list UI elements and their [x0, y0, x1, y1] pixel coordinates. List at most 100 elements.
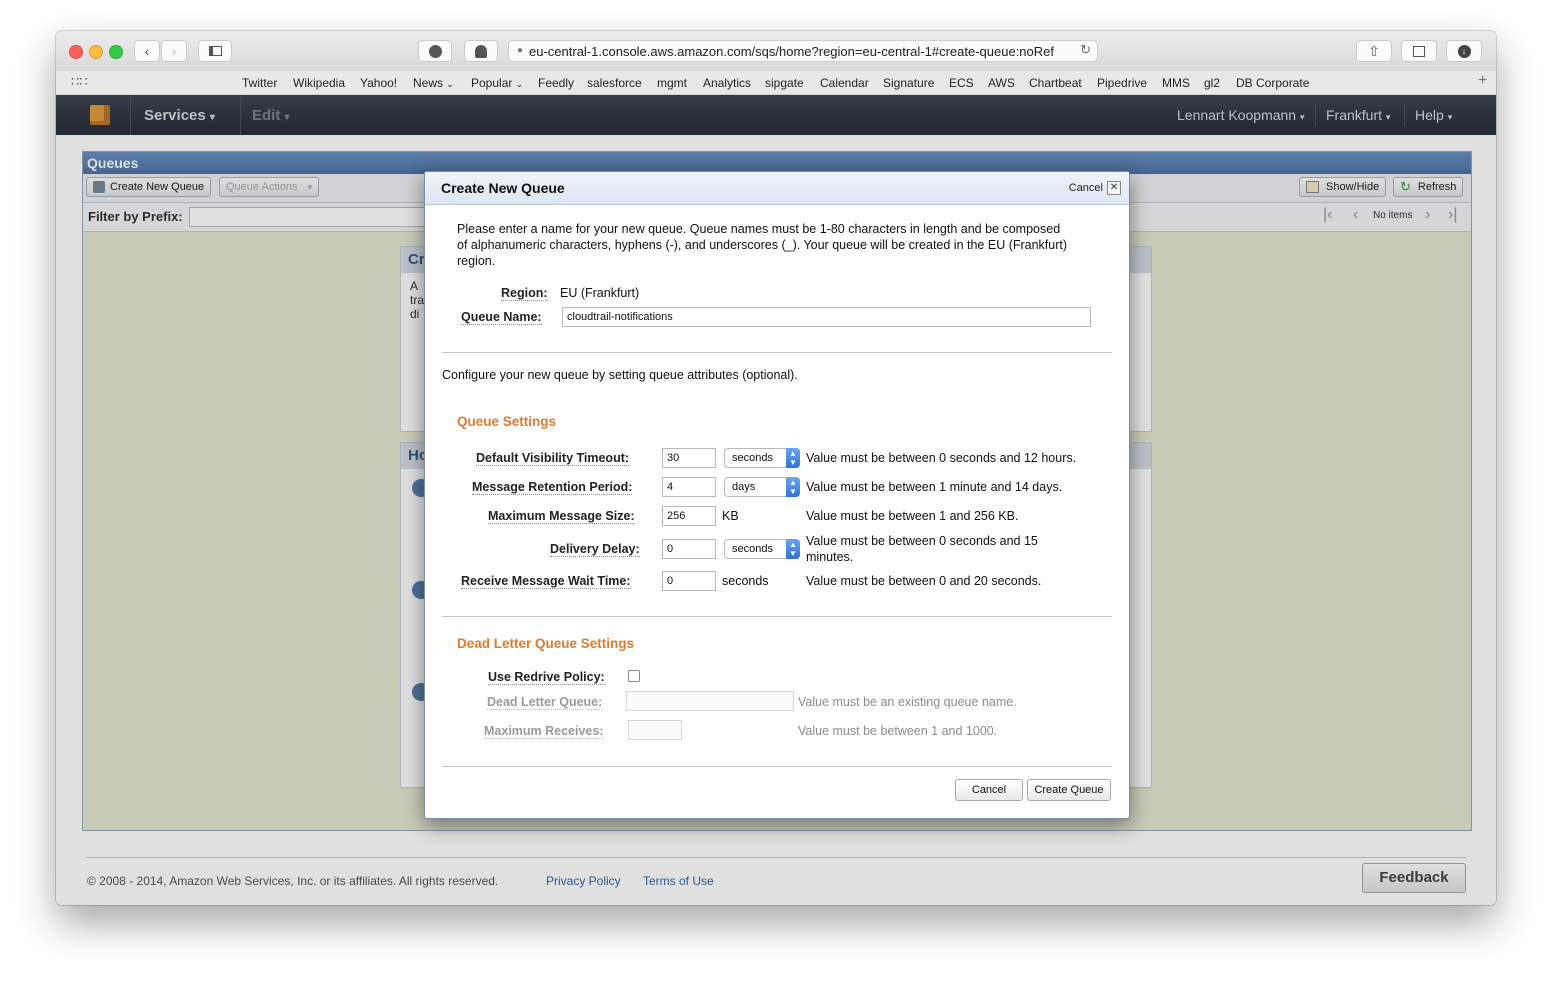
bookmark-chartbeat[interactable]: Chartbeat	[1029, 76, 1082, 90]
share-button[interactable]: ⇧	[1356, 40, 1392, 62]
chevron-left-icon: ‹	[144, 43, 150, 59]
bookmark-gl2[interactable]: gl2	[1204, 76, 1220, 90]
divider	[442, 352, 1112, 353]
max-message-size-unit: KB	[722, 509, 739, 523]
max-receives-hint: Value must be between 1 and 1000.	[798, 724, 998, 738]
reload-icon[interactable]: ↻	[1077, 42, 1091, 58]
retention-unit-value: days	[732, 481, 756, 493]
dialog-title: Create New Queue	[441, 180, 565, 196]
max-receives-label: Maximum Receives:	[484, 724, 604, 739]
bookmark-yahoo[interactable]: Yahoo!	[360, 76, 397, 90]
chevron-down-icon: ⌄	[515, 79, 524, 89]
bookmark-salesforce[interactable]: salesforce	[587, 76, 642, 90]
extension-circle-icon	[428, 44, 442, 58]
tabs-button[interactable]	[1401, 40, 1437, 62]
dialog-header: Create New Queue Cancel ✕	[425, 172, 1129, 205]
visibility-timeout-unit-select[interactable]: seconds ▲ ▼	[724, 448, 800, 468]
visibility-timeout-input[interactable]	[662, 448, 716, 468]
wait-time-hint: Value must be between 0 and 20 seconds.	[806, 574, 1042, 588]
extension-button-2[interactable]	[464, 40, 498, 62]
intro-text-line-2: of alphanumeric characters, hyphens (-),…	[457, 238, 1068, 252]
tabs-icon	[1413, 45, 1425, 57]
bookmark-popular-label: Popular	[471, 76, 513, 90]
zoom-window-button[interactable]	[109, 45, 123, 59]
queue-settings-heading: Queue Settings	[457, 414, 557, 429]
bookmarks-bar: ∷∷ Twitter Wikipedia Yahoo! News ⌄ Popul…	[56, 71, 1496, 95]
select-arrows-icon: ▲ ▼	[786, 448, 800, 468]
bookmark-sipgate[interactable]: sipgate	[765, 76, 804, 90]
divider	[442, 766, 1112, 767]
share-icon: ⇧	[1368, 42, 1380, 59]
forward-button[interactable]: ›	[161, 40, 187, 62]
create-queue-dialog: Create New Queue Cancel ✕ Please enter a…	[424, 171, 1130, 819]
cancel-button[interactable]: Cancel	[955, 779, 1023, 801]
bookmark-mms[interactable]: MMS	[1162, 76, 1190, 90]
select-arrows-icon: ▲ ▼	[786, 477, 800, 497]
close-window-button[interactable]	[69, 45, 83, 59]
max-message-size-label: Maximum Message Size:	[488, 509, 635, 524]
retention-period-input[interactable]	[662, 477, 716, 497]
dead-letter-queue-input[interactable]	[626, 691, 794, 711]
close-icon[interactable]: ✕	[1107, 181, 1121, 195]
chevron-down-icon: ⌄	[446, 79, 454, 89]
back-button[interactable]: ‹	[134, 40, 160, 62]
redrive-policy-label: Use Redrive Policy:	[488, 670, 605, 685]
ghost-icon	[475, 44, 487, 58]
visibility-timeout-label: Default Visibility Timeout:	[476, 451, 630, 466]
downloads-button[interactable]: ↓	[1446, 40, 1482, 62]
delivery-delay-hint-line-2: minutes.	[806, 550, 854, 564]
minimize-window-button[interactable]	[89, 45, 103, 59]
max-receives-input[interactable]	[628, 720, 682, 740]
bookmark-aws[interactable]: AWS	[988, 76, 1015, 90]
bookmark-news[interactable]: News ⌄	[413, 76, 454, 90]
extension-button-1[interactable]	[418, 40, 452, 62]
wait-time-input[interactable]	[662, 571, 716, 591]
dead-letter-settings-heading: Dead Letter Queue Settings	[457, 636, 635, 651]
delay-unit-value: seconds	[732, 543, 773, 555]
dead-letter-queue-label: Dead Letter Queue:	[487, 695, 603, 710]
queue-name-label: Queue Name:	[461, 310, 542, 325]
bookmark-signature[interactable]: Signature	[883, 76, 934, 90]
new-tab-plus-icon[interactable]: +	[1478, 72, 1487, 90]
max-message-size-hint: Value must be between 1 and 256 KB.	[806, 509, 1019, 523]
select-arrows-icon: ▲ ▼	[786, 539, 800, 559]
bookmark-wikipedia[interactable]: Wikipedia	[293, 76, 345, 90]
sidebar-toggle-button[interactable]	[198, 40, 232, 62]
bookmark-twitter[interactable]: Twitter	[242, 76, 277, 90]
browser-toolbar: ‹ › ● eu-central-1.console.aws.amazon.co…	[56, 31, 1496, 72]
max-message-size-input[interactable]	[662, 506, 716, 526]
delivery-delay-label: Delivery Delay:	[550, 542, 640, 557]
redrive-policy-checkbox[interactable]	[628, 670, 640, 682]
region-label: Region:	[501, 286, 548, 301]
create-queue-button[interactable]: Create Queue	[1027, 779, 1111, 801]
bookmark-analytics[interactable]: Analytics	[703, 76, 751, 90]
retention-period-unit-select[interactable]: days ▲ ▼	[724, 477, 800, 497]
intro-text-line-3: region.	[457, 254, 496, 268]
chevron-right-icon: ›	[171, 43, 177, 59]
region-value: EU (Frankfurt)	[560, 286, 640, 300]
browser-window: ‹ › ● eu-central-1.console.aws.amazon.co…	[56, 31, 1496, 905]
bookmark-popular[interactable]: Popular ⌄	[471, 76, 523, 90]
bookmark-ecs[interactable]: ECS	[949, 76, 974, 90]
grid-icon[interactable]: ∷∷	[71, 74, 88, 90]
queue-name-input[interactable]	[562, 307, 1091, 327]
delivery-delay-hint-line-1: Value must be between 0 seconds and 15	[806, 534, 1038, 548]
dialog-cancel-link[interactable]: Cancel	[1069, 182, 1103, 194]
retention-period-label: Message Retention Period:	[472, 480, 633, 495]
visibility-unit-value: seconds	[732, 452, 773, 464]
dead-letter-queue-hint: Value must be an existing queue name.	[798, 695, 1017, 709]
bookmark-feedly[interactable]: Feedly	[538, 76, 574, 90]
address-bar[interactable]: ● eu-central-1.console.aws.amazon.com/sq…	[508, 40, 1098, 62]
lock-icon: ●	[517, 45, 524, 56]
bookmark-calendar[interactable]: Calendar	[820, 76, 869, 90]
delivery-delay-unit-select[interactable]: seconds ▲ ▼	[724, 539, 800, 559]
sidebar-icon	[208, 46, 222, 56]
bookmark-pipedrive[interactable]: Pipedrive	[1097, 76, 1147, 90]
bookmark-db-corporate[interactable]: DB Corporate	[1236, 76, 1309, 90]
intro-text-line-1: Please enter a name for your new queue. …	[457, 222, 1061, 236]
visibility-timeout-hint: Value must be between 0 seconds and 12 h…	[806, 451, 1077, 465]
wait-time-unit: seconds	[722, 574, 769, 588]
delivery-delay-input[interactable]	[662, 539, 716, 559]
retention-period-hint: Value must be between 1 minute and 14 da…	[806, 480, 1063, 494]
bookmark-mgmt[interactable]: mgmt	[657, 76, 687, 90]
